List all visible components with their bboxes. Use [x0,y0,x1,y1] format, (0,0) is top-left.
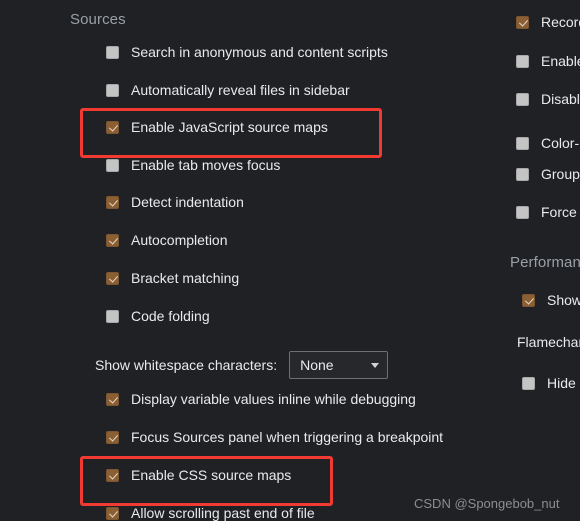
chevron-down-icon [371,362,380,368]
checkbox-row-enable[interactable]: Enable [516,54,580,68]
checkbox-detect-indentation[interactable] [106,195,119,209]
select-value: None [300,357,334,373]
checkbox-label: Search in anonymous and content scripts [131,44,388,60]
checkbox-group[interactable] [516,167,529,181]
checkbox-enable[interactable] [516,54,529,68]
checkbox-label: Force a [541,204,580,220]
checkbox-autocompletion[interactable] [106,233,119,247]
checkbox-force[interactable] [516,205,529,219]
show-whitespace-characters-select[interactable]: None [289,351,389,379]
checkbox-row-record[interactable]: Record [516,15,580,29]
checkbox-bracket-matching[interactable] [106,271,119,285]
performance-section-heading: Performance [510,254,580,271]
checkbox-row-code-folding[interactable]: Code folding [106,309,210,323]
checkbox-disable[interactable] [516,92,529,106]
checkbox-label: Code folding [131,308,210,324]
show-whitespace-characters-label: Show whitespace characters: [95,357,278,373]
devtools-settings-preferences-panel: Sources Search in anonymous and content … [0,0,580,521]
checkbox-row-auto-reveal-files[interactable]: Automatically reveal files in sidebar [106,83,350,97]
checkbox-row-detect-indentation[interactable]: Detect indentation [106,195,244,209]
checkbox-display-variable-values-inline[interactable] [106,392,119,406]
checkbox-label: Automatically reveal files in sidebar [131,82,350,98]
checkbox-label: Enable [541,53,580,69]
checkbox-row-color[interactable]: Color- [516,136,579,150]
checkbox-enable-javascript-source-maps[interactable] [106,120,119,134]
checkbox-label: Disable [541,91,580,107]
checkbox-row-group[interactable]: Group [516,167,580,181]
checkbox-label: Hide c [547,375,580,391]
watermark-text: CSDN @Spongebob_nut [414,496,560,511]
checkbox-row-show-n[interactable]: Show n [522,293,580,307]
checkbox-label: Color- [541,135,580,151]
checkbox-hide-c[interactable] [522,376,535,390]
checkbox-enable-css-source-maps[interactable] [106,468,119,482]
checkbox-label: Focus Sources panel when triggering a br… [131,429,444,445]
flamechart-label: Flamechart [517,334,580,350]
checkbox-row-enable-css-source-maps[interactable]: Enable CSS source maps [106,468,291,482]
checkbox-label: Autocompletion [131,232,228,248]
checkbox-label: Allow scrolling past end of file [131,505,315,521]
checkbox-label: Group [541,166,580,182]
checkbox-label: Enable tab moves focus [131,157,281,173]
checkbox-row-focus-sources-panel-on-breakpoint[interactable]: Focus Sources panel when triggering a br… [106,430,443,444]
checkbox-row-allow-scrolling-past-end-of-file[interactable]: Allow scrolling past end of file [106,506,315,520]
checkbox-label: Show n [547,292,580,308]
checkbox-focus-sources-panel-on-breakpoint[interactable] [106,430,119,444]
checkbox-allow-scrolling-past-end-of-file[interactable] [106,506,119,520]
checkbox-label: Bracket matching [131,270,240,286]
checkbox-label: Display variable values inline while deb… [131,391,416,407]
checkbox-row-bracket-matching[interactable]: Bracket matching [106,271,239,285]
checkbox-search-anonymous-scripts[interactable] [106,45,119,59]
checkbox-label: Enable JavaScript source maps [131,119,328,135]
checkbox-row-hide-c[interactable]: Hide c [522,376,580,390]
show-whitespace-characters-setting: Show whitespace characters: None [95,351,389,379]
checkbox-row-search-anonymous-scripts[interactable]: Search in anonymous and content scripts [106,45,388,59]
checkbox-label: Record [541,14,580,30]
checkbox-label: Enable CSS source maps [131,467,292,483]
checkbox-record[interactable] [516,15,529,29]
checkbox-code-folding[interactable] [106,309,119,323]
checkbox-row-force[interactable]: Force a [516,205,580,219]
checkbox-auto-reveal-files[interactable] [106,83,119,97]
checkbox-row-disable[interactable]: Disable [516,92,580,106]
checkbox-color[interactable] [516,136,529,150]
checkbox-show-n[interactable] [522,293,535,307]
checkbox-row-display-variable-values-inline[interactable]: Display variable values inline while deb… [106,392,416,406]
checkbox-row-enable-tab-moves-focus[interactable]: Enable tab moves focus [106,158,280,172]
checkbox-label: Detect indentation [131,194,244,210]
checkbox-row-autocompletion[interactable]: Autocompletion [106,233,228,247]
checkbox-row-enable-javascript-source-maps[interactable]: Enable JavaScript source maps [106,120,328,134]
sources-section-heading: Sources [70,11,126,28]
checkbox-enable-tab-moves-focus[interactable] [106,158,119,172]
